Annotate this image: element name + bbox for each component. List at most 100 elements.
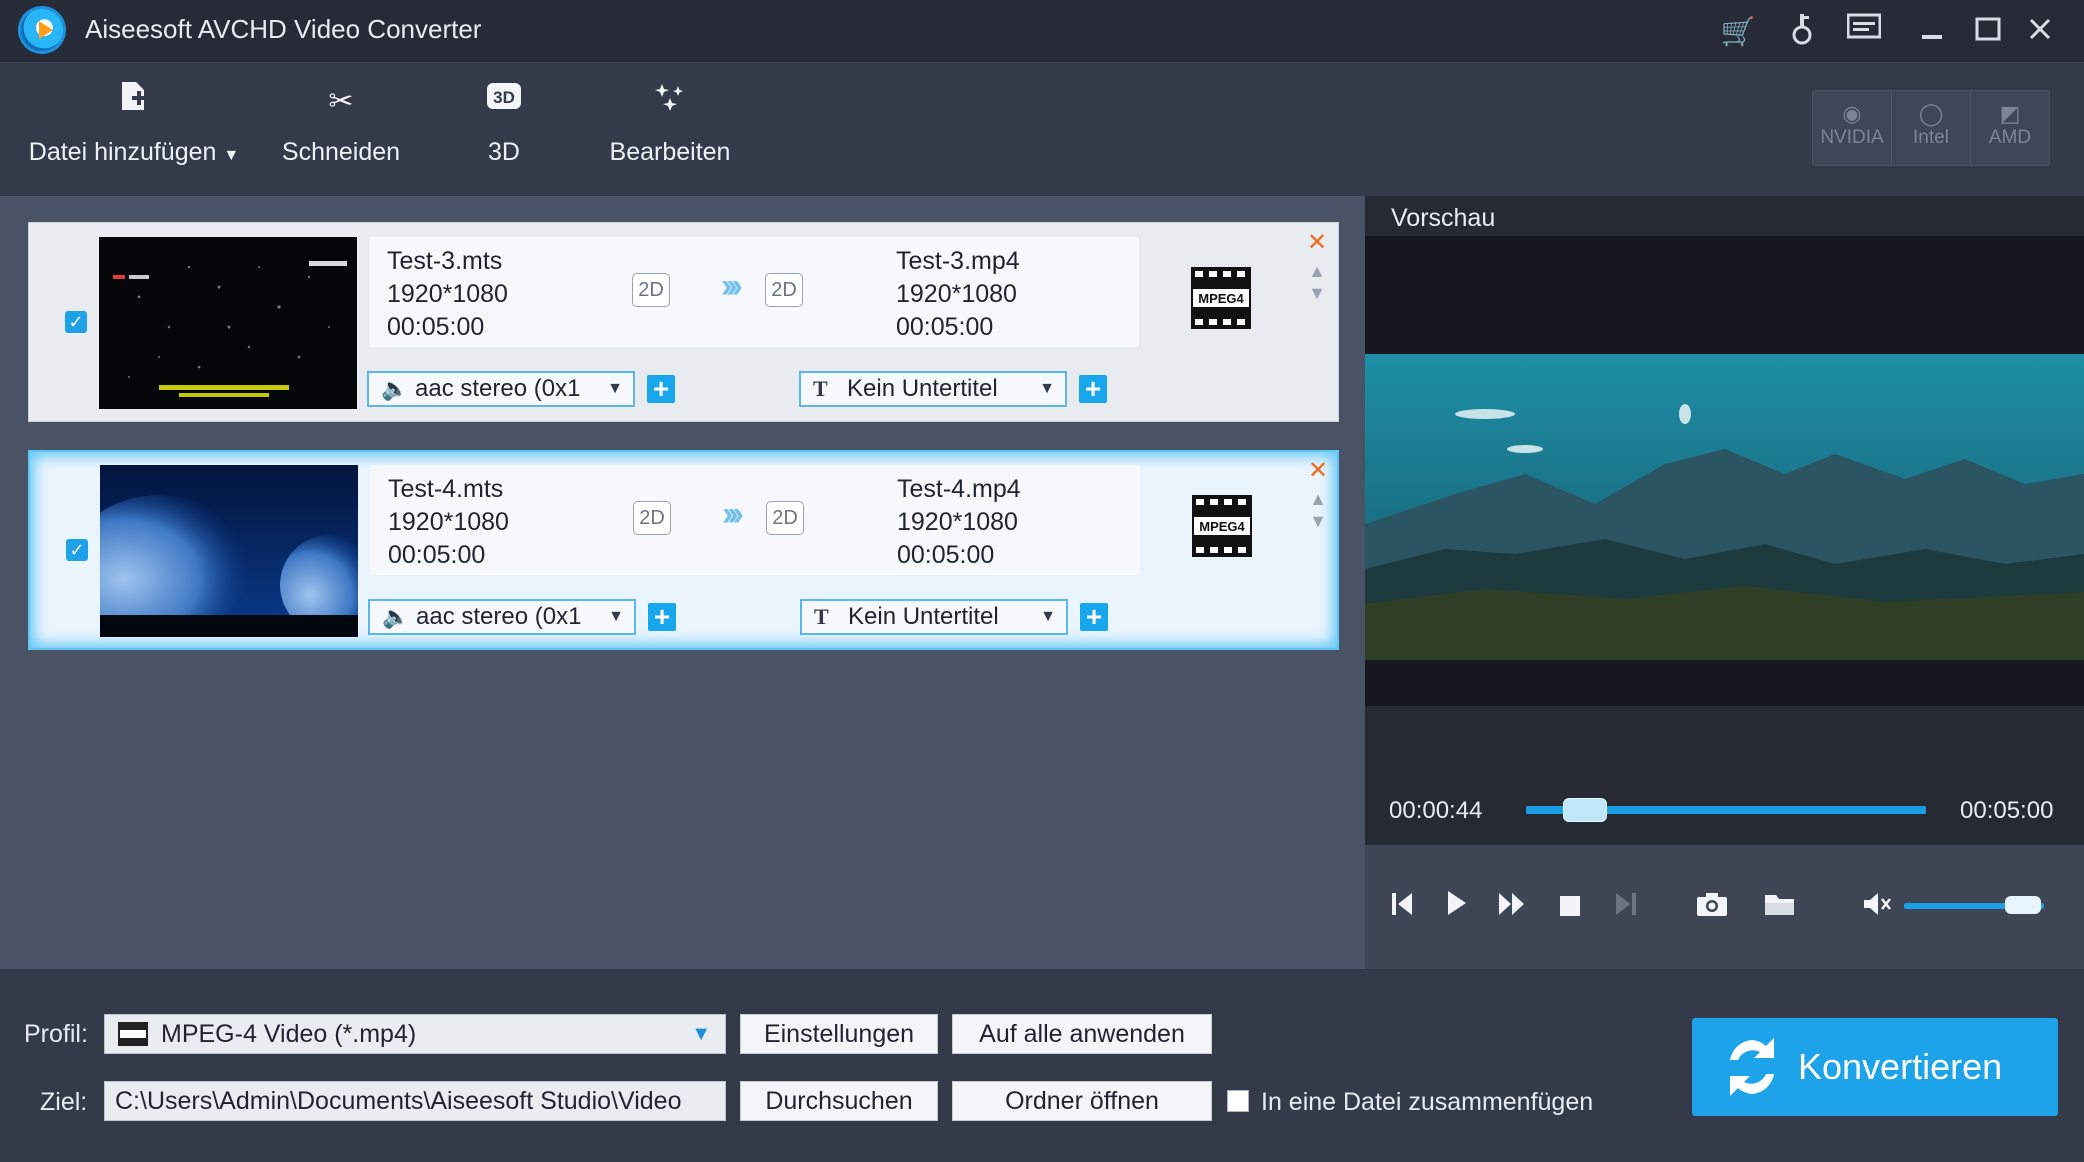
gpu-nvidia[interactable]: ◉ NVIDIA [1813,91,1892,165]
destination-input[interactable]: C:\Users\Admin\Documents\Aiseesoft Studi… [104,1081,726,1121]
subtitle-dropdown-1[interactable]: T Kein Untertitel ▼ [799,371,1067,407]
gpu-intel[interactable]: ◯ Intel [1892,91,1971,165]
preview-label: Vorschau [1391,204,1496,232]
subtitle-dropdown-2[interactable]: T Kein Untertitel ▼ [800,599,1068,635]
source-name-1: Test-3.mts [387,247,503,275]
move-down-icon-2[interactable]: ▼ [1308,511,1328,531]
remove-file-icon-1[interactable]: ✕ [1307,231,1327,255]
source-resolution-1: 1920*1080 [387,280,508,308]
chevron-down-icon: ▼ [608,608,624,625]
file-row-1[interactable]: ✓ Test-3.mts 1920*1080 00:05:00 2D ››› 2… [28,222,1339,422]
source-duration-1: 00:05:00 [387,313,485,341]
minimize-icon[interactable] [1912,12,1952,52]
camera-snapshot-icon[interactable] [1692,888,1732,928]
edit-button[interactable]: Bearbeiten [600,80,740,190]
svg-text:MPEG4: MPEG4 [1198,291,1244,306]
output-2d-badge-1[interactable]: 2D [765,273,803,307]
intel-icon: ◯ [1918,101,1944,126]
audio-track-dropdown-1[interactable]: 🔈 aac stereo (0x1 ▼ [367,371,635,407]
output-resolution-2: 1920*1080 [897,508,1018,536]
nvidia-icon: ◉ [1842,101,1862,126]
skip-back-icon[interactable] [1382,888,1422,928]
chevron-down-icon: ▼ [1040,608,1056,625]
app-logo-icon [18,6,66,54]
remove-file-icon-2[interactable]: ✕ [1308,459,1328,483]
browse-button[interactable]: Durchsuchen [740,1081,938,1121]
file-checkbox-1[interactable]: ✓ [65,311,87,333]
convert-button[interactable]: Konvertieren [1692,1018,2058,1116]
output-2d-badge-2[interactable]: 2D [766,501,804,535]
volume-slider-handle[interactable] [2005,896,2041,914]
source-info-2: Test-4.mts 1920*1080 00:05:00 [388,473,509,572]
source-2d-badge-2[interactable]: 2D [633,501,671,535]
close-icon[interactable] [2020,12,2060,52]
move-up-icon-1[interactable]: ▲ [1307,261,1327,281]
gpu-amd[interactable]: ◩ AMD [1971,91,2049,165]
volume-icon[interactable] [1858,888,1898,928]
convert-label: Konvertieren [1798,1046,2003,1087]
destination-label: Ziel: [40,1088,88,1116]
svg-text:MPEG4: MPEG4 [1199,519,1245,534]
add-subtitle-button-2[interactable]: + [1080,603,1108,631]
menu-icon[interactable] [1844,12,1884,52]
source-2d-badge-1[interactable]: 2D [632,273,670,307]
speaker-icon: 🔈 [382,604,410,629]
video-thumbnail-1 [99,237,357,409]
total-time: 00:05:00 [1960,797,2054,824]
settings-button[interactable]: Einstellungen [740,1014,938,1054]
add-audio-button-2[interactable]: + [648,603,676,631]
maximize-icon[interactable] [1968,12,2008,52]
output-resolution-1: 1920*1080 [896,280,1017,308]
cut-button[interactable]: ✂ Schneiden [276,80,406,190]
move-down-icon-1[interactable]: ▼ [1307,283,1327,303]
effects-stars-icon [600,80,740,124]
open-folder-button[interactable]: Ordner öffnen [952,1081,1212,1121]
add-file-button[interactable]: Datei hinzufügen ▼ [24,80,244,190]
file-row-2[interactable]: ✓ Test-4.mts 1920*1080 00:05:00 2D ››› 2… [28,450,1339,650]
gpu-nvidia-label: NVIDIA [1820,127,1884,148]
cart-icon[interactable]: 🛒 [1718,12,1758,52]
subtitle-value-2: Kein Untertitel [848,603,999,630]
apply-all-button[interactable]: Auf alle anwenden [952,1014,1212,1054]
key-icon[interactable] [1782,12,1822,52]
file-checkbox-2[interactable]: ✓ [66,539,88,561]
svg-text:3D: 3D [493,88,515,107]
mpeg4-profile-icon [118,1022,148,1046]
play-icon[interactable] [1436,888,1476,928]
subtitle-value-1: Kein Untertitel [847,375,998,402]
merge-checkbox[interactable] [1227,1090,1249,1112]
gpu-intel-label: Intel [1913,127,1949,148]
mpeg4-format-icon-1[interactable]: MPEG4 [1189,265,1253,331]
output-name-1: Test-3.mp4 [896,247,1020,275]
profile-value: MPEG-4 Video (*.mp4) [161,1020,417,1048]
fast-forward-icon[interactable] [1492,888,1532,928]
edit-label: Bearbeiten [609,138,731,166]
text-icon: T [813,376,828,401]
add-file-icon [24,80,244,124]
add-subtitle-button-1[interactable]: + [1079,375,1107,403]
progress-slider-handle[interactable] [1562,798,1607,822]
add-audio-button-1[interactable]: + [647,375,675,403]
move-up-icon-2[interactable]: ▲ [1308,489,1328,509]
profile-label: Profil: [24,1020,88,1048]
add-file-dropdown-icon[interactable]: ▼ [223,147,239,164]
audio-track-dropdown-2[interactable]: 🔈 aac stereo (0x1 ▼ [368,599,636,635]
merge-label: In eine Datei zusammenfügen [1261,1088,1594,1116]
open-folder-icon[interactable] [1760,888,1800,928]
output-name-2: Test-4.mp4 [897,475,1021,503]
add-file-label: Datei hinzufügen [28,138,217,166]
output-duration-1: 00:05:00 [896,313,994,341]
chevron-down-icon: ▼ [691,1023,711,1045]
output-duration-2: 00:05:00 [897,541,995,569]
gpu-acceleration-group: ◉ NVIDIA ◯ Intel ◩ AMD [1812,90,2050,166]
profile-dropdown[interactable]: MPEG-4 Video (*.mp4) ▼ [104,1014,726,1054]
stop-icon[interactable] [1550,888,1590,928]
next-frame-icon[interactable] [1606,888,1646,928]
mpeg4-format-icon-2[interactable]: MPEG4 [1190,493,1254,559]
output-info-2: Test-4.mp4 1920*1080 00:05:00 [897,473,1021,572]
3d-button[interactable]: 3D 3D [466,80,542,190]
convert-arrows-icon-1: ››› [721,267,743,305]
text-icon: T [814,604,829,629]
audio-track-value-2: aac stereo (0x1 [416,603,582,630]
window-title: Aiseesoft AVCHD Video Converter [85,14,482,44]
